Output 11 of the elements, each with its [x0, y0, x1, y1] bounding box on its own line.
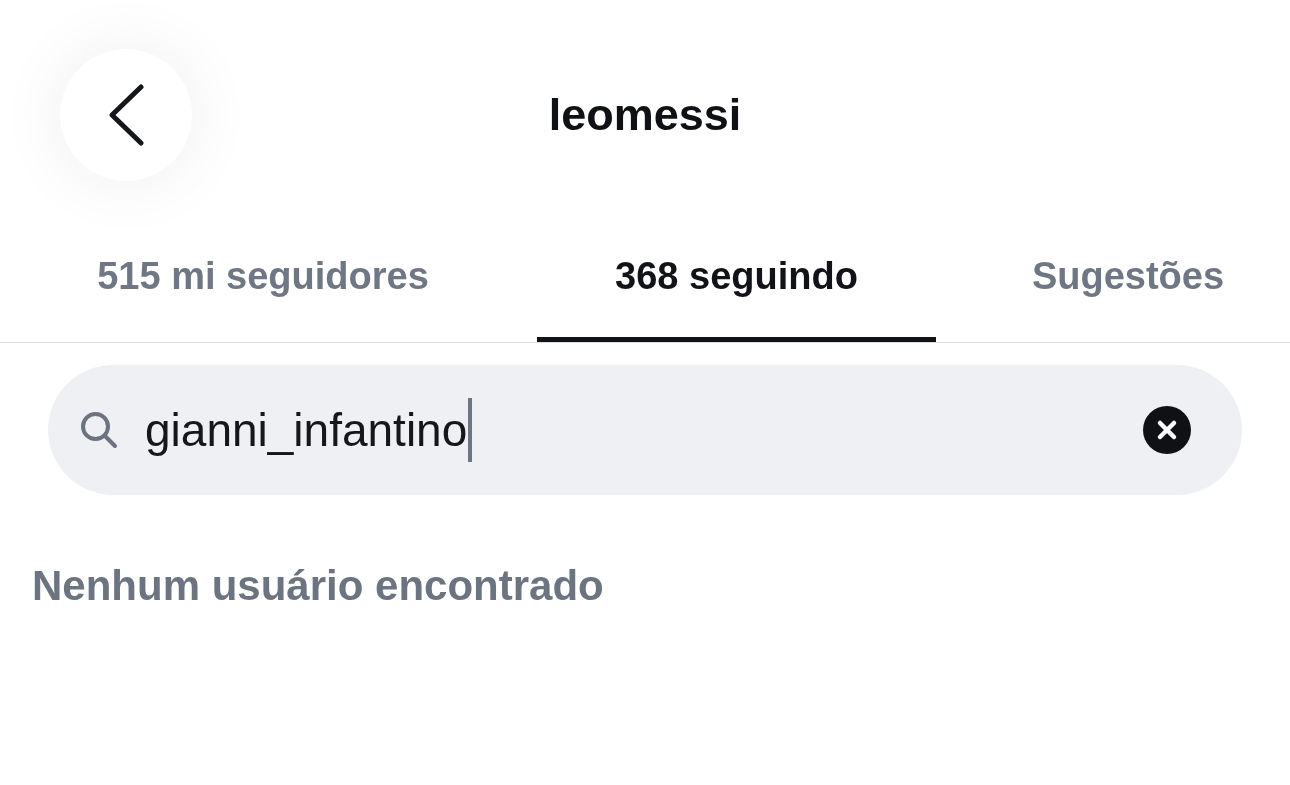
tab[interactable]: 368 seguindo: [537, 217, 936, 342]
tab[interactable]: Sugestões: [966, 217, 1290, 342]
clear-icon: [1143, 406, 1191, 454]
no-results-message: Nenhum usuário encontrado: [32, 561, 604, 611]
profile-username: leomessi: [548, 89, 742, 141]
text-cursor: [468, 398, 473, 462]
search-field[interactable]: gianni_infantino: [48, 365, 1242, 495]
clear-button[interactable]: [1143, 406, 1191, 454]
search-icon: [80, 411, 118, 449]
chevron-left-icon: [108, 84, 144, 146]
tab[interactable]: 515 mi seguidores: [19, 217, 507, 342]
